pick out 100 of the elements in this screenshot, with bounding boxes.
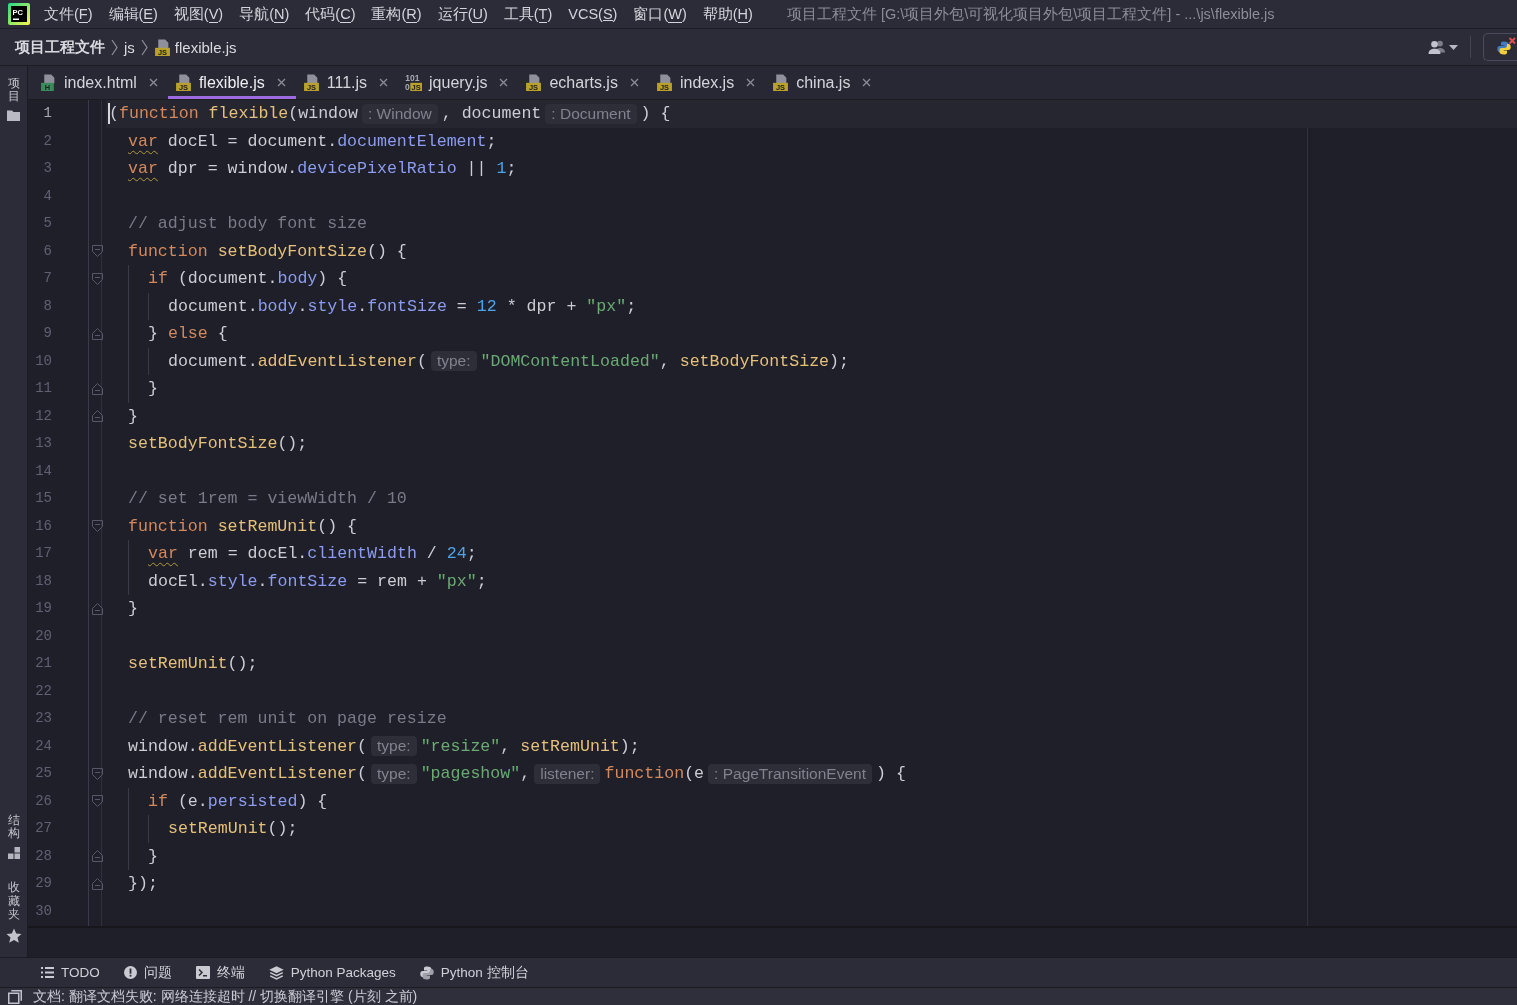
fold-start-icon[interactable] [92, 767, 103, 780]
code-text: var docEl = document.documentElement; [128, 130, 497, 153]
menu-item[interactable]: 重构(R) [371, 4, 422, 24]
line-number: 3 [43, 160, 52, 176]
line-number: 30 [35, 902, 52, 919]
tool-window-button[interactable]: TODO [29, 958, 112, 987]
close-icon[interactable] [499, 78, 509, 87]
line-number: 4 [43, 187, 52, 204]
menu-item[interactable]: 代码(C) [305, 4, 356, 24]
editor-tab[interactable]: echarts.js [549, 71, 639, 94]
fold-start-icon[interactable] [92, 795, 103, 808]
code-text: document.body.style.fontSize = 12 * dpr + "px"; [168, 295, 637, 318]
fold-end-icon[interactable] [92, 382, 103, 395]
inlay-hint: type: [371, 736, 417, 757]
line-number: 14 [35, 462, 52, 479]
line-number: 2 [43, 132, 52, 149]
inlay-hint: type: [430, 351, 477, 372]
square-icon[interactable] [8, 989, 22, 1004]
code-text: "DOMContentLoaded", setBodyFontSize); [480, 350, 849, 373]
fold-end-icon[interactable] [92, 602, 103, 615]
menu-item[interactable]: 文件(F) [44, 4, 93, 24]
code-text: // adjust body font size [128, 213, 367, 235]
editor-tab[interactable]: 111.js [326, 71, 389, 94]
tool-window-tab[interactable]: 收藏夹 [5, 881, 22, 944]
code-text: setRemUnit(); [128, 653, 258, 675]
menu-item[interactable]: VCS(S) [568, 6, 618, 22]
line-number: 15 [35, 490, 52, 506]
code-text: (function flexible(window [109, 103, 358, 125]
tool-window-button[interactable]: 终端 [183, 958, 257, 987]
fold-end-icon[interactable] [92, 877, 103, 890]
code-text: if (e.persisted) { [148, 790, 328, 813]
line-number: 18 [35, 572, 52, 589]
code-text: if (document.body) { [148, 268, 348, 290]
menu-item[interactable]: 窗口(W) [633, 4, 687, 24]
code-text: } else { [148, 323, 228, 345]
code-text: var rem = docEl.clientWidth / 24; [148, 543, 477, 565]
status-message: 文档: 翻译文档失败: 网络连接超时 // 切换翻译引擎 (片刻 之前) [33, 988, 418, 1005]
editor-tab[interactable]: flexible.js [198, 71, 286, 94]
tool-window-tab[interactable]: 项目 [7, 77, 20, 122]
fold-start-icon[interactable] [92, 272, 103, 285]
tool-window-button[interactable]: Python Packages [256, 958, 408, 987]
blocks-icon [7, 847, 20, 860]
line-number: 16 [35, 517, 52, 534]
breadcrumb-item[interactable]: js [124, 38, 135, 56]
window-title: 项目工程文件 [G:\项目外包\可视化项目外包\项目工程文件] - ...\js\flexible.js [786, 4, 1275, 24]
fold-end-icon[interactable] [92, 850, 103, 863]
inlay-hint: : Document [545, 103, 637, 124]
line-number: 5 [43, 215, 52, 231]
terminal-icon [195, 966, 210, 979]
account-button[interactable] [1426, 38, 1460, 56]
fold-end-icon[interactable] [92, 327, 103, 340]
folder-icon [7, 110, 20, 122]
layers-icon [268, 965, 284, 980]
code-text: // reset rem unit on page resize [128, 708, 447, 730]
menu-item[interactable]: 编辑(E) [108, 4, 158, 24]
close-icon[interactable] [276, 78, 286, 87]
line-number: 10 [35, 352, 52, 369]
close-icon[interactable] [862, 78, 872, 87]
code-text: function setRemUnit() { [128, 515, 358, 538]
menu-item[interactable]: 工具(T) [503, 4, 553, 24]
code-text: ) { [876, 763, 906, 785]
fold-end-icon[interactable] [92, 410, 103, 423]
tool-window-tab[interactable]: 结构 [7, 814, 20, 860]
code-text: } [148, 378, 158, 400]
close-icon[interactable] [379, 78, 389, 87]
inlay-hint: : Window [362, 103, 438, 124]
breadcrumb-item[interactable]: flexible.js [174, 38, 237, 56]
inlay-hint: type: [371, 763, 417, 784]
editor-tab[interactable]: index.js [679, 71, 756, 94]
close-icon[interactable] [148, 78, 158, 87]
fold-start-icon[interactable] [92, 520, 103, 533]
line-number: 1 [43, 105, 52, 121]
people-icon [1428, 40, 1446, 54]
editor-tab[interactable]: china.js [796, 71, 872, 94]
code-text: "pageshow", [420, 763, 531, 785]
tool-window-button[interactable]: 问题 [111, 958, 184, 987]
python-button[interactable] [1483, 33, 1517, 61]
menu-item[interactable]: 视图(V) [173, 4, 224, 24]
code-text: }); [128, 873, 158, 895]
line-number: 24 [35, 737, 52, 754]
line-number: 9 [43, 325, 52, 341]
inlay-hint: listener: [534, 763, 601, 784]
fold-start-icon[interactable] [92, 245, 103, 258]
code-text: docEl.style.fontSize = rem + "px"; [148, 570, 487, 593]
breadcrumb-item[interactable]: 项目工程文件 [15, 37, 105, 57]
editor-tab[interactable]: index.html [64, 71, 158, 94]
exclamation-icon [123, 966, 137, 979]
close-icon[interactable] [629, 78, 639, 87]
inlay-hint: : PageTransitionEvent [708, 763, 872, 784]
menu-item[interactable]: 运行(U) [437, 4, 488, 24]
code-text: var dpr = window.devicePixelRatio || 1; [128, 158, 517, 180]
menu-item[interactable]: 导航(N) [239, 4, 290, 24]
line-number: 17 [35, 545, 52, 561]
editor-tab[interactable]: jquery.js [429, 71, 509, 94]
tool-window-button[interactable]: Python 控制台 [407, 958, 541, 987]
close-icon[interactable] [746, 78, 756, 87]
menu-item[interactable]: 帮助(H) [702, 4, 753, 24]
code-text: setBodyFontSize(); [128, 433, 308, 455]
code-text: function setBodyFontSize() { [128, 240, 407, 263]
line-number: 26 [35, 792, 52, 809]
